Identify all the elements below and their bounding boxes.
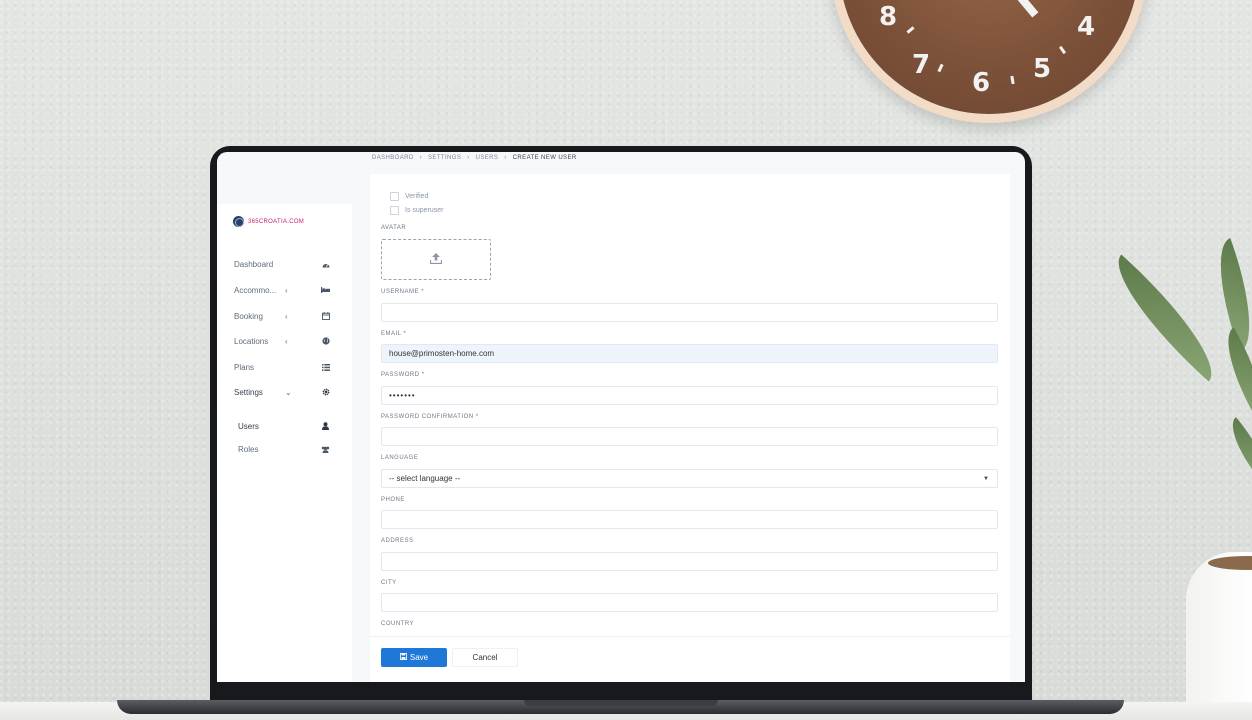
address-label: ADDRESS [381,538,414,544]
sidebar-subitem-roles[interactable]: Roles [217,441,352,457]
breadcrumb-item[interactable]: DASHBOARD [372,155,414,161]
chevron-right-icon: › [467,155,470,161]
save-icon [399,653,407,662]
sidebar-subitem-label: Roles [238,444,259,454]
gear-icon [321,388,330,397]
cancel-button[interactable]: Cancel [452,648,518,667]
sidebar-item-booking[interactable]: Booking ‹ [217,307,352,325]
save-button-label: Save [409,653,429,662]
clock-number: 8 [879,2,898,32]
bed-icon [321,286,330,295]
globe-logo-icon [233,216,244,227]
clock-tick [1010,75,1015,85]
sidebar-item-label: Plans [234,362,255,372]
chevron-down-icon: ⌄ [285,387,292,397]
breadcrumb: DASHBOARD › SETTINGS › USERS › CREATE NE… [372,155,577,161]
sidebar-item-settings[interactable]: Settings ⌄ [217,383,352,401]
clock-tick [937,63,944,73]
breadcrumb-item[interactable]: SETTINGS [428,155,461,161]
calendar-icon [321,312,330,321]
upload-icon [429,251,443,269]
chevron-left-icon: ‹ [285,336,288,346]
sidebar-subitem-label: Users [238,421,259,431]
chevron-right-icon: › [419,155,423,161]
laptop-notch [524,700,718,706]
email-input[interactable]: house@primosten-home.com [381,344,998,363]
phone-label: PHONE [381,497,405,503]
verified-label: Verified [405,193,429,200]
username-input[interactable] [381,303,998,322]
clock-tick [906,26,915,34]
password-input[interactable]: ••••••• [381,386,998,405]
plant-pot [1186,552,1252,720]
users-icon [321,445,330,454]
sidebar-item-label: Settings [234,387,263,397]
city-label: CITY [381,580,397,586]
chevron-right-icon: › [504,155,507,161]
verified-checkbox-row[interactable]: Verified [390,192,428,201]
sidebar: 365CROATIA.COM Dashboard Accommo... ‹ Bo… [217,204,352,682]
language-select-value: -- select language -- [389,474,461,483]
clock-number: 7 [912,50,931,80]
password-label: PASSWORD * [381,372,425,378]
password-confirmation-label: PASSWORD CONFIRMATION * [381,414,479,420]
user-icon [321,422,330,431]
username-label: USERNAME * [381,289,425,295]
breadcrumb-item[interactable]: USERS [476,155,499,161]
clock-number: 5 [1033,54,1052,84]
clock-hand [1015,0,1039,18]
brand-name: 365CROATIA.COM [248,218,305,225]
form-actions-bar: Save Cancel [370,636,1010,682]
save-button[interactable]: Save [381,648,447,667]
globe-icon [321,337,330,346]
caret-down-icon: ▼ [983,475,989,482]
dashboard-icon [321,260,330,269]
superuser-label: Is superuser [405,207,444,214]
superuser-checkbox-row[interactable]: Is superuser [390,206,444,215]
sidebar-item-dashboard[interactable]: Dashboard [217,255,352,273]
address-input[interactable] [381,552,998,571]
laptop-screen: 365CROATIA.COM Dashboard Accommo... ‹ Bo… [217,152,1025,682]
password-confirmation-input[interactable] [381,427,998,446]
sidebar-item-label: Dashboard [234,259,274,269]
sidebar-item-label: Booking [234,311,263,321]
sidebar-item-plans[interactable]: Plans [217,358,352,376]
list-icon [321,363,330,372]
sidebar-item-locations[interactable]: Locations ‹ [217,332,352,350]
clock-number: 6 [972,68,991,98]
sidebar-item-accommodation[interactable]: Accommo... ‹ [217,281,352,299]
email-label: EMAIL * [381,331,407,337]
verified-checkbox[interactable] [390,192,399,201]
country-label: COUNTRY [381,621,415,627]
language-label: LANGUAGE [381,455,419,461]
avatar-label: AVATAR [381,225,407,231]
language-select[interactable]: -- select language -- ▼ [381,469,998,488]
avatar-upload-dropzone[interactable] [381,239,491,280]
breadcrumb-current: CREATE NEW USER [512,155,577,161]
clock-number: 4 [1077,12,1096,42]
sidebar-item-label: Accommo... [234,285,277,295]
chevron-left-icon: ‹ [285,311,288,321]
chevron-left-icon: ‹ [285,285,288,295]
create-user-form: Verified Is superuser AVATAR USERNAME * … [370,174,1010,682]
city-input[interactable] [381,593,998,612]
clock-tick [1058,45,1067,55]
superuser-checkbox[interactable] [390,206,399,215]
brand-logo[interactable]: 365CROATIA.COM [233,216,304,227]
phone-input[interactable] [381,510,998,529]
sidebar-item-label: Locations [234,336,269,346]
sidebar-subitem-users[interactable]: Users [217,418,352,434]
